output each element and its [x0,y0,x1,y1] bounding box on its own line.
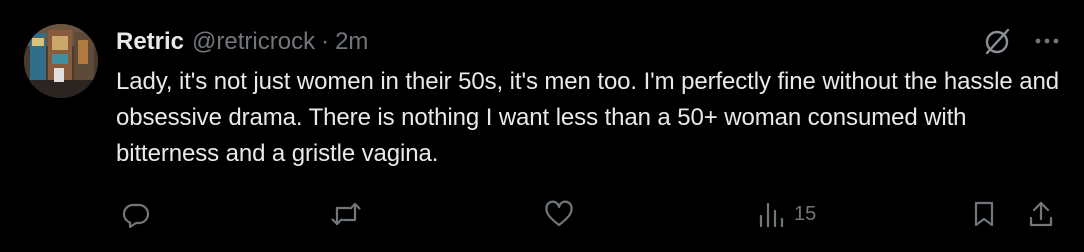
tweet-card[interactable]: Retric @retricrock · 2m Lady, it's not j… [0,0,1084,252]
tweet-timestamp[interactable]: 2m [335,28,368,56]
views-bars-icon [758,200,784,228]
grok-slash-icon[interactable] [982,26,1012,61]
like-heart-icon [544,200,574,228]
share-icon [1028,200,1054,228]
author-name[interactable]: Retric [116,28,184,56]
like-button[interactable] [544,196,574,232]
tweet-text: Lady, it's not just women in their 50s, … [116,68,1059,167]
bookmark-icon [972,200,996,228]
views-count: 15 [794,202,817,225]
views-button[interactable]: 15 [758,196,816,232]
author-handle[interactable]: @retricrock [192,28,315,56]
reply-button[interactable] [122,196,150,232]
avatar[interactable] [24,24,98,98]
retweet-button[interactable] [330,196,362,232]
bookmark-button[interactable] [972,196,996,232]
reply-icon [122,200,150,228]
share-button[interactable] [1028,196,1054,232]
tweet-header: Retric @retricrock · 2m [116,26,368,58]
tweet-top-actions [982,26,1060,61]
more-dots-icon[interactable] [1034,28,1060,59]
retweet-icon [330,200,362,228]
header-separator: · [321,28,330,55]
tweet-actions-bar: 15 [116,196,1060,232]
